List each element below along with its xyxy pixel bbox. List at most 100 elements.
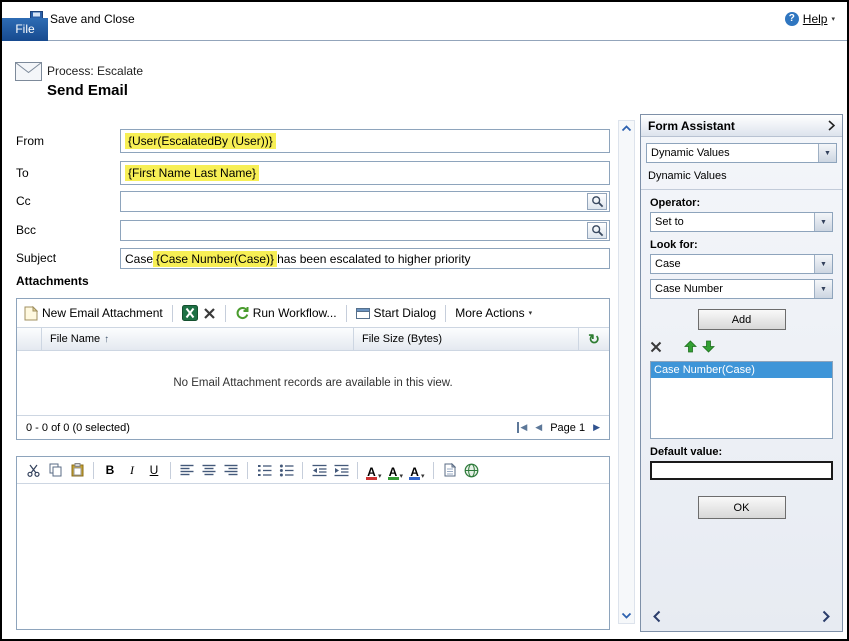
move-down-button[interactable] (702, 340, 715, 356)
more-actions-button[interactable]: More Actions ▾ (455, 306, 532, 320)
file-size-column-header[interactable]: File Size (Bytes) (354, 328, 579, 350)
ribbon-topbar: Save and Close ? Help ▾ (2, 2, 847, 41)
underline-button[interactable]: U (144, 460, 164, 480)
refresh-icon[interactable]: ↻ (588, 331, 600, 348)
default-value-input[interactable] (650, 461, 833, 480)
start-dialog-button[interactable]: Start Dialog (355, 306, 437, 320)
cc-label: Cc (16, 194, 31, 208)
email-envelope-icon (15, 62, 42, 84)
italic-button[interactable]: I (122, 460, 142, 480)
scroll-down-button[interactable] (621, 612, 632, 619)
align-left-button[interactable] (177, 460, 197, 480)
run-workflow-icon (236, 307, 249, 319)
font-size-swatch (409, 477, 421, 480)
chevron-down-icon: ▾ (528, 310, 533, 317)
new-email-attachment-button[interactable]: New Email Attachment (24, 305, 163, 321)
delete-x-icon (203, 307, 215, 319)
page-title: Send Email (47, 82, 128, 99)
email-body-textarea[interactable] (17, 484, 609, 629)
toolbar-separator (224, 304, 226, 322)
list-item-selected[interactable]: Case Number(Case) (651, 362, 832, 378)
cut-button[interactable] (23, 460, 43, 480)
file-name-column-header[interactable]: File Name ↑ (42, 328, 354, 350)
font-size-swatch (387, 477, 399, 480)
form-assistant-header[interactable]: Form Assistant (641, 115, 842, 137)
align-center-button[interactable] (199, 460, 219, 480)
new-email-attachment-label: New Email Attachment (42, 306, 163, 320)
assistant-mode-select[interactable]: Dynamic Values ▼ (646, 143, 837, 163)
run-workflow-button[interactable]: Run Workflow... (235, 306, 337, 320)
entity-value: Case (655, 258, 681, 270)
file-tab[interactable]: File (2, 18, 48, 41)
refresh-cell: ↻ (579, 328, 609, 350)
font-size-decrease-button[interactable]: A ▾ (407, 460, 427, 480)
attribute-select[interactable]: Case Number ▼ (650, 279, 833, 299)
bullet-list-button[interactable] (276, 460, 296, 480)
bcc-label: Bcc (16, 223, 37, 237)
entity-select[interactable]: Case ▼ (650, 254, 833, 274)
list-actions-row (650, 340, 833, 356)
next-page-button[interactable]: ▶ (593, 422, 600, 433)
main-vertical-scrollbar[interactable] (618, 120, 635, 624)
subject-field[interactable]: Case {Case Number(Case)} has been escala… (120, 248, 610, 269)
dynamic-values-listbox[interactable]: Case Number(Case) (650, 361, 833, 439)
start-dialog-label: Start Dialog (373, 306, 437, 320)
align-right-button[interactable] (221, 460, 241, 480)
first-page-button[interactable]: ◀ (517, 422, 527, 433)
indent-button[interactable] (331, 460, 351, 480)
help-menu[interactable]: ? Help ▾ (784, 12, 835, 26)
new-attachment-icon (24, 305, 38, 320)
cc-lookup-button[interactable] (587, 193, 607, 210)
insert-hyperlink-button[interactable] (462, 460, 482, 480)
attachments-grid: New Email Attachment Run Workflow... Sta… (16, 298, 610, 440)
globe-icon (464, 463, 479, 477)
select-all-column-header[interactable] (17, 328, 42, 350)
from-dynamic-value: {User(EscalatedBy (User))} (125, 133, 276, 149)
scroll-up-button[interactable] (621, 125, 632, 132)
panel-scroll-left-button[interactable] (653, 610, 661, 626)
cc-field[interactable] (120, 191, 610, 212)
align-center-icon (202, 464, 216, 476)
from-label: From (16, 134, 44, 148)
remove-item-button[interactable] (650, 341, 662, 356)
operator-select[interactable]: Set to ▼ (650, 212, 833, 232)
form-assistant-title: Form Assistant (648, 118, 735, 133)
chevron-down-icon (621, 612, 632, 619)
bcc-lookup-button[interactable] (587, 222, 607, 239)
pager: ◀ ◀ Page 1 ▶ (517, 422, 600, 434)
bold-button[interactable]: B (100, 460, 120, 480)
toolbar-separator (171, 304, 173, 322)
outdent-button[interactable] (309, 460, 329, 480)
magnifier-icon (591, 225, 603, 237)
copy-button[interactable] (45, 460, 65, 480)
delete-attachment-button[interactable] (203, 307, 216, 320)
subject-text-prefix: Case (125, 251, 154, 266)
add-button[interactable]: Add (697, 309, 786, 330)
font-size-increase-button[interactable]: A ▾ (386, 460, 406, 480)
paste-button[interactable] (67, 460, 87, 480)
attachments-section-label: Attachments (16, 274, 89, 288)
insert-template-button[interactable] (440, 460, 460, 480)
editor-toolbar: B I U A ▾ A ▾ A ▾ (17, 457, 609, 484)
run-workflow-label: Run Workflow... (252, 306, 337, 320)
record-count: 0 - 0 of 0 (0 selected) (26, 421, 130, 434)
export-to-excel-button[interactable] (181, 305, 198, 321)
move-up-button[interactable] (684, 340, 697, 356)
toolbar-separator (445, 304, 447, 322)
bcc-field[interactable] (120, 220, 610, 241)
numbered-list-button[interactable] (254, 460, 274, 480)
assistant-mode-value: Dynamic Values (651, 147, 730, 159)
previous-page-button[interactable]: ◀ (535, 422, 542, 433)
start-dialog-icon (355, 307, 370, 319)
chevron-right-icon (822, 610, 830, 623)
subject-label: Subject (16, 251, 57, 265)
panel-scroll-right-button[interactable] (822, 610, 830, 626)
ok-button[interactable]: OK (697, 496, 786, 519)
help-label: Help (802, 12, 828, 26)
toolbar-separator (432, 461, 434, 479)
from-field[interactable]: {User(EscalatedBy (User))} (120, 129, 610, 153)
align-right-icon (224, 464, 238, 476)
attribute-value: Case Number (655, 283, 723, 295)
font-color-button[interactable]: A ▾ (364, 460, 384, 480)
to-field[interactable]: {First Name Last Name} (120, 161, 610, 185)
